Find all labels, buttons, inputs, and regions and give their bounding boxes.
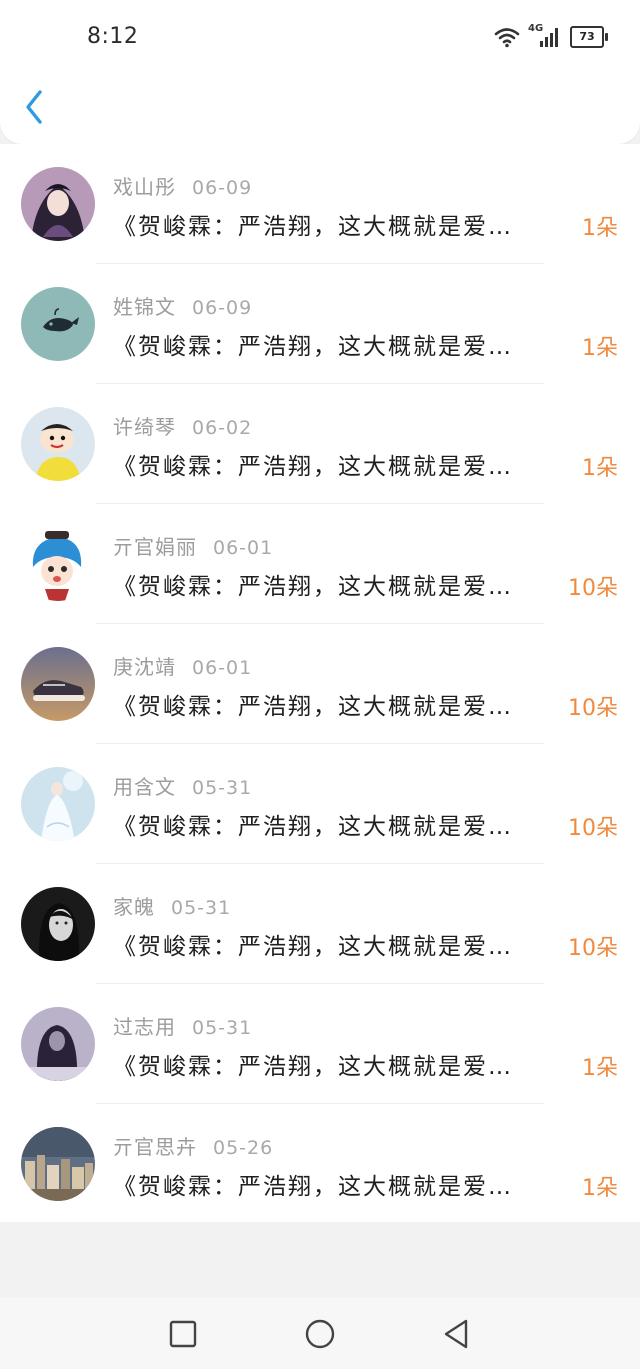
sender-name-text: 家魄 — [113, 895, 155, 919]
avatar[interactable] — [21, 167, 95, 241]
status-icons: 4G 73 — [494, 23, 608, 50]
message-date: 06-01 — [192, 657, 253, 679]
system-back-button[interactable] — [438, 1316, 474, 1352]
anime-girl-avatar-image — [21, 167, 95, 241]
message-date: 06-09 — [192, 297, 253, 319]
status-bar: 8:12 4G 73 — [0, 0, 640, 70]
sender-name-text: 过志用 — [113, 1015, 176, 1039]
message-date: 05-31 — [171, 897, 232, 919]
avatar[interactable] — [21, 527, 95, 601]
sender-name-text: 许绮琴 — [113, 415, 176, 439]
flower-count: 10朵 — [568, 816, 618, 841]
sender-name: 庚沈靖 06-01 — [113, 651, 252, 680]
whale-avatar-image — [21, 287, 95, 361]
message-preview: 《贺峻霖：严浩翔，这大概就是爱… — [113, 694, 513, 720]
message-preview: 《贺峻霖：严浩翔，这大概就是爱… — [113, 214, 513, 240]
sneaker-avatar-image — [21, 647, 95, 721]
flower-count: 1朵 — [582, 456, 618, 481]
message-preview: 《贺峻霖：严浩翔，这大概就是爱… — [113, 934, 513, 960]
message-date: 05-31 — [192, 777, 253, 799]
sender-name: 过志用 05-31 — [113, 1011, 252, 1040]
message-preview: 《贺峻霖：严浩翔，这大概就是爱… — [113, 1174, 513, 1200]
sender-name-text: 亓官思卉 — [113, 1135, 197, 1159]
sender-name: 姓锦文 06-09 — [113, 291, 252, 320]
portrait-avatar-image — [21, 887, 95, 961]
message-preview: 《贺峻霖：严浩翔，这大概就是爱… — [113, 334, 513, 360]
avatar[interactable] — [21, 287, 95, 361]
battery-level: 73 — [579, 30, 595, 43]
list-item[interactable]: 亓官思卉 05-26 《贺峻霖：严浩翔，这大概就是爱… 1朵 — [0, 1104, 640, 1224]
list-item[interactable]: 过志用 05-31 《贺峻霖：严浩翔，这大概就是爱… 1朵 — [0, 984, 640, 1104]
cartoon-boy-avatar-image — [21, 407, 95, 481]
top-header — [0, 70, 640, 144]
flower-count: 10朵 — [568, 936, 618, 961]
chevron-left-icon — [26, 90, 42, 124]
sender-name: 亓官思卉 05-26 — [113, 1131, 273, 1160]
list-item[interactable]: 家魄 05-31 《贺峻霖：严浩翔，这大概就是爱… 10朵 — [0, 864, 640, 984]
flower-count: 1朵 — [582, 336, 618, 361]
list-item[interactable]: 戏山彤 06-09 《贺峻霖：严浩翔，这大概就是爱… 1朵 — [0, 144, 640, 264]
back-button[interactable] — [18, 86, 52, 128]
flower-count: 1朵 — [582, 1176, 618, 1201]
wifi-icon — [494, 28, 520, 48]
sender-name-text: 亓官娟丽 — [113, 535, 197, 559]
square-icon — [169, 1320, 197, 1348]
triangle-back-icon — [444, 1319, 468, 1349]
message-date: 06-01 — [213, 537, 274, 559]
message-date: 05-31 — [192, 1017, 253, 1039]
status-time: 8:12 — [87, 24, 139, 49]
list-item[interactable]: 许绮琴 06-02 《贺峻霖：严浩翔，这大概就是爱… 1朵 — [0, 384, 640, 504]
avatar[interactable] — [21, 407, 95, 481]
message-date: 06-09 — [192, 177, 253, 199]
sender-name: 家魄 05-31 — [113, 891, 231, 920]
battery-icon: 73 — [570, 26, 608, 48]
avatar[interactable] — [21, 1127, 95, 1201]
city-skyline-avatar-image — [21, 1127, 95, 1201]
list-item[interactable]: 用含文 05-31 《贺峻霖：严浩翔，这大概就是爱… 10朵 — [0, 744, 640, 864]
avatar[interactable] — [21, 887, 95, 961]
message-preview: 《贺峻霖：严浩翔，这大概就是爱… — [113, 574, 513, 600]
sender-name: 亓官娟丽 06-01 — [113, 531, 273, 560]
blue-hair-cartoon-avatar-image — [21, 527, 95, 601]
system-nav-bar — [0, 1298, 640, 1369]
message-date: 06-02 — [192, 417, 253, 439]
sender-name-text: 戏山彤 — [113, 175, 176, 199]
sender-name-text: 庚沈靖 — [113, 655, 176, 679]
avatar[interactable] — [21, 1007, 95, 1081]
flower-count: 1朵 — [582, 216, 618, 241]
flower-count: 10朵 — [568, 696, 618, 721]
recent-apps-button[interactable] — [165, 1316, 201, 1352]
message-preview: 《贺峻霖：严浩翔，这大概就是爱… — [113, 454, 513, 480]
list-item[interactable]: 亓官娟丽 06-01 《贺峻霖：严浩翔，这大概就是爱… 10朵 — [0, 504, 640, 624]
list-item[interactable]: 姓锦文 06-09 《贺峻霖：严浩翔，这大概就是爱… 1朵 — [0, 264, 640, 384]
list-item[interactable]: 庚沈靖 06-01 《贺峻霖：严浩翔，这大概就是爱… 10朵 — [0, 624, 640, 744]
message-list: 戏山彤 06-09 《贺峻霖：严浩翔，这大概就是爱… 1朵 姓锦文 06-09 《贺… — [0, 144, 640, 1222]
message-preview: 《贺峻霖：严浩翔，这大概就是爱… — [113, 1054, 513, 1080]
avatar[interactable] — [21, 647, 95, 721]
message-date: 05-26 — [213, 1137, 274, 1159]
white-dress-avatar-image — [21, 767, 95, 841]
circle-icon — [305, 1319, 335, 1349]
sender-name: 许绮琴 06-02 — [113, 411, 252, 440]
dark-hair-girl-avatar-image — [21, 1007, 95, 1081]
sender-name: 戏山彤 06-09 — [113, 171, 252, 200]
avatar[interactable] — [21, 767, 95, 841]
home-button[interactable] — [302, 1316, 338, 1352]
sender-name-text: 用含文 — [113, 775, 176, 799]
sender-name-text: 姓锦文 — [113, 295, 176, 319]
message-preview: 《贺峻霖：严浩翔，这大概就是爱… — [113, 814, 513, 840]
flower-count: 10朵 — [568, 576, 618, 601]
flower-count: 1朵 — [582, 1056, 618, 1081]
sender-name: 用含文 05-31 — [113, 771, 252, 800]
cellular-signal-icon: 4G — [528, 23, 562, 49]
